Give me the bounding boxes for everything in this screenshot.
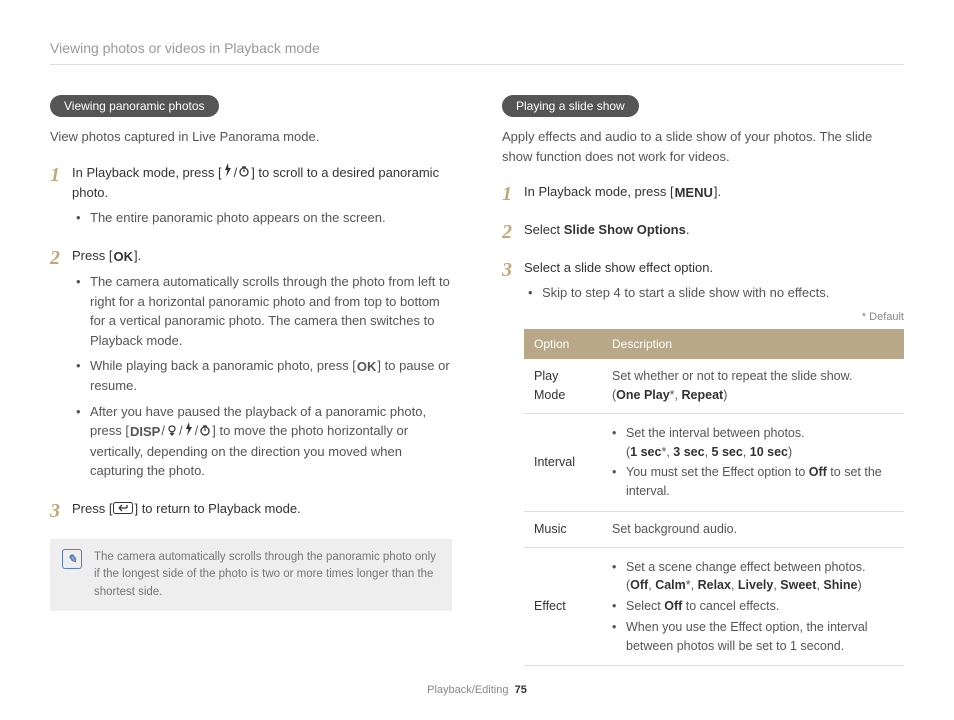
footer-section: Playback/Editing	[427, 684, 508, 696]
macro-icon	[165, 422, 179, 442]
disp-icon: DISP	[129, 422, 161, 442]
left-column: Viewing panoramic photos View photos cap…	[50, 95, 452, 678]
page-number: 75	[515, 684, 527, 696]
step-number: 3	[50, 499, 72, 525]
step-3-right: 3 Select a slide show effect option. Ski…	[502, 258, 904, 667]
ok-icon: OK	[112, 247, 134, 267]
right-column: Playing a slide show Apply effects and a…	[502, 95, 904, 678]
table-row: Play Mode Set whether or not to repeat t…	[524, 359, 904, 413]
flash-icon	[183, 422, 195, 442]
opt-effect-desc: Set a scene change effect between photos…	[602, 547, 904, 666]
step-text: Press [] to return to Playback mode.	[72, 499, 452, 519]
step-text: Select Slide Show Options.	[524, 220, 904, 240]
opt-interval-desc: Set the interval between photos. (1 sec*…	[602, 413, 904, 511]
table-row: Effect Set a scene change effect between…	[524, 547, 904, 666]
opt-playmode-label: Play Mode	[524, 359, 602, 413]
step-number: 3	[502, 258, 524, 667]
bullet: Skip to step 4 to start a slide show wit…	[528, 283, 904, 303]
table-row: Interval Set the interval between photos…	[524, 413, 904, 511]
opt-effect-label: Effect	[524, 547, 602, 666]
default-label: * Default	[524, 309, 904, 326]
note-icon: ✎	[62, 549, 82, 569]
ok-icon: OK	[356, 357, 378, 377]
menu-icon: MENU	[674, 183, 714, 203]
bullet: After you have paused the playback of a …	[76, 402, 452, 481]
opt-music-desc: Set background audio.	[602, 511, 904, 547]
timer-icon	[198, 422, 212, 442]
step-1-right: 1 In Playback mode, press [MENU].	[502, 182, 904, 208]
back-icon	[112, 500, 134, 520]
intro-panoramic: View photos captured in Live Panorama mo…	[50, 127, 452, 147]
step-2-left: 2 Press [OK]. The camera automatically s…	[50, 246, 452, 487]
bullet: While playing back a panoramic photo, pr…	[76, 356, 452, 396]
step-1-left: 1 In Playback mode, press [/] to scroll …	[50, 163, 452, 234]
opt-interval-label: Interval	[524, 413, 602, 511]
note-box: ✎ The camera automatically scrolls throu…	[50, 539, 452, 611]
timer-icon	[237, 163, 251, 183]
opt-music-label: Music	[524, 511, 602, 547]
table-header-description: Description	[602, 329, 904, 359]
section-heading-slideshow: Playing a slide show	[502, 95, 639, 117]
flash-icon	[222, 163, 234, 183]
step-number: 2	[502, 220, 524, 246]
bullet: The entire panoramic photo appears on th…	[76, 208, 452, 228]
step-text: In Playback mode, press [/] to scroll to…	[72, 163, 452, 203]
step-number: 1	[50, 163, 72, 234]
opt-playmode-desc: Set whether or not to repeat the slide s…	[602, 359, 904, 413]
section-heading-panoramic: Viewing panoramic photos	[50, 95, 219, 117]
note-text: The camera automatically scrolls through…	[94, 549, 440, 601]
step-text: Select a slide show effect option.	[524, 258, 904, 278]
table-header-option: Option	[524, 329, 602, 359]
step-number: 2	[50, 246, 72, 487]
options-table: Option Description Play Mode Set whether…	[524, 329, 904, 666]
intro-slideshow: Apply effects and audio to a slide show …	[502, 127, 904, 166]
step-text: Press [OK].	[72, 246, 452, 266]
step-number: 1	[502, 182, 524, 208]
step-3-left: 3 Press [] to return to Playback mode.	[50, 499, 452, 525]
breadcrumb: Viewing photos or videos in Playback mod…	[50, 40, 904, 65]
step-2-right: 2 Select Slide Show Options.	[502, 220, 904, 246]
step-text: In Playback mode, press [MENU].	[524, 182, 904, 202]
page-footer: Playback/Editing 75	[0, 684, 954, 696]
table-row: Music Set background audio.	[524, 511, 904, 547]
bullet: The camera automatically scrolls through…	[76, 272, 452, 350]
